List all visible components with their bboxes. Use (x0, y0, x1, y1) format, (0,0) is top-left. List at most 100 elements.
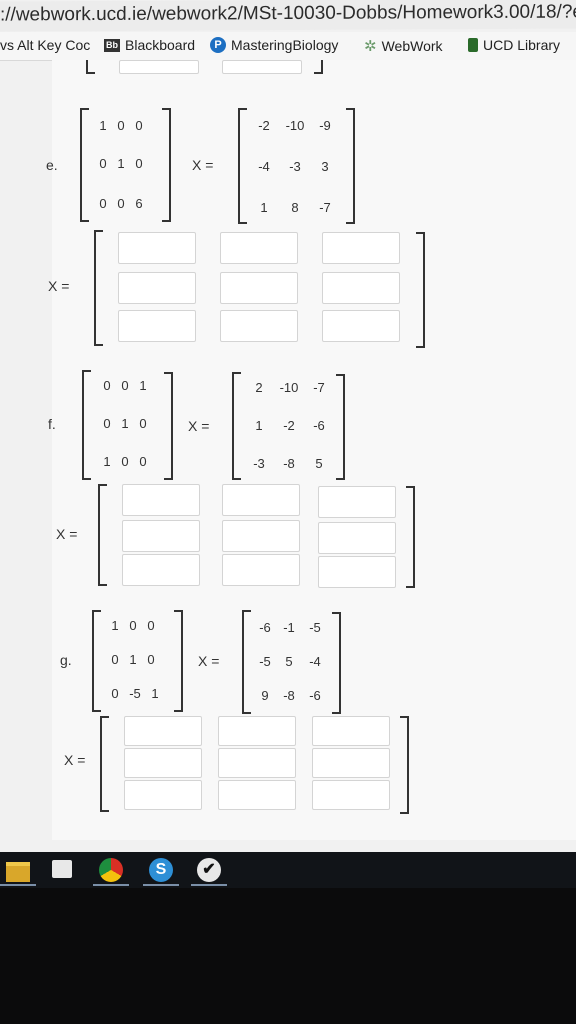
matrix-b-entry: -6 (309, 688, 321, 703)
matrix-bracket-right (332, 612, 341, 714)
x-equals-label: X = (48, 278, 70, 294)
answer-input[interactable] (122, 520, 200, 552)
answer-input[interactable] (218, 748, 296, 778)
address-bar[interactable]: ://webwork.ucd.ie/webwork2/MSt-10030-Dob… (0, 0, 576, 32)
matrix-b-entry: -7 (319, 200, 331, 215)
answer-input[interactable] (222, 554, 300, 586)
matrix-b-entry: 8 (291, 200, 299, 215)
matrix-a-entry: 0 (139, 454, 147, 469)
library-icon (468, 38, 478, 52)
bookmark-alt-key-codes[interactable]: vs Alt Key Coc (0, 37, 90, 53)
file-explorer-icon[interactable] (6, 862, 30, 882)
answer-input[interactable] (118, 272, 196, 304)
answer-input[interactable] (122, 484, 200, 516)
taskbar: S ✔ (0, 852, 576, 888)
bookmark-label: WebWork (381, 38, 443, 54)
chrome-icon[interactable] (99, 858, 123, 882)
taskbar-active-indicator (191, 884, 227, 886)
matrix-a-entry: 0 (135, 156, 143, 171)
bookmark-mastering-biology[interactable]: P MasteringBiology (210, 37, 338, 53)
matrix-bracket-left (232, 372, 241, 480)
matrix-bracket-right (346, 108, 355, 224)
answer-input[interactable] (222, 520, 300, 552)
problem-letter: e. (46, 157, 58, 173)
answer-input[interactable] (218, 780, 296, 810)
matrix-a-entry: 0 (135, 118, 143, 133)
x-equals-label: X = (56, 526, 78, 542)
answer-input[interactable] (322, 272, 400, 304)
matrix-a-entry: 0 (147, 618, 155, 633)
answer-bracket-left (98, 484, 107, 586)
matrix-b-entry: -3 (253, 456, 265, 471)
matrix-bracket-right (174, 610, 183, 712)
matrix-b-entry: -2 (258, 118, 270, 133)
answer-input[interactable] (318, 556, 396, 588)
answer-bracket-right (406, 486, 415, 588)
answer-input[interactable] (124, 748, 202, 778)
matrix-bracket-left (82, 370, 91, 480)
answer-input[interactable] (220, 232, 298, 264)
answer-input[interactable] (318, 522, 396, 554)
matrix-b-entry: -3 (289, 159, 301, 174)
answer-input[interactable] (124, 716, 202, 746)
answer-input[interactable] (124, 780, 202, 810)
blackboard-icon: Bb (104, 38, 120, 52)
x-equals-label: X = (64, 752, 86, 768)
answer-input[interactable] (122, 554, 200, 586)
x-equals-label: X = (192, 157, 214, 173)
answer-input[interactable] (312, 748, 390, 778)
answer-bracket-right (400, 716, 409, 814)
answer-input[interactable] (222, 484, 300, 516)
bookmark-label: vs Alt Key Coc (0, 37, 91, 53)
matrix-a-entry: 1 (151, 686, 159, 701)
answer-input[interactable] (118, 232, 196, 264)
url-text: ://webwork.ucd.ie/webwork2/MSt-10030-Dob… (0, 1, 576, 26)
checkmark-app-icon[interactable]: ✔ (197, 858, 221, 882)
problem-letter: f. (48, 416, 56, 432)
matrix-bracket-left (238, 108, 247, 224)
answer-input[interactable] (322, 310, 400, 342)
answer-bracket-left (100, 716, 109, 812)
matrix-b-entry: 3 (321, 159, 329, 174)
problem-letter: g. (60, 652, 72, 668)
matrix-bracket-right (336, 374, 345, 480)
problem-content: e. 1 0 0 0 1 0 0 0 6 X = -2 -10 -9 -4 -3… (46, 60, 576, 840)
matrix-b-entry: -5 (309, 620, 321, 635)
answer-input[interactable] (318, 486, 396, 518)
matrix-b-entry: -7 (313, 380, 325, 395)
bookmark-ucd-library[interactable]: UCD Library (468, 37, 560, 53)
matrix-b-entry: -2 (283, 418, 295, 433)
matrix-b-entry: 1 (260, 200, 268, 215)
bookmark-webwork[interactable]: ✲ WebWork (364, 37, 443, 55)
matrix-b-entry: -9 (319, 118, 331, 133)
answer-input[interactable] (312, 716, 390, 746)
bookmark-label: MasteringBiology (231, 37, 339, 53)
answer-input[interactable] (119, 60, 199, 74)
matrix-a-entry: 0 (147, 652, 155, 667)
pearson-icon: P (210, 37, 226, 53)
store-icon[interactable] (52, 860, 72, 878)
matrix-a-entry: 0 (139, 416, 147, 431)
taskbar-active-indicator (93, 884, 129, 886)
matrix-b-entry: -4 (258, 159, 270, 174)
answer-input[interactable] (312, 780, 390, 810)
matrix-bracket-right (162, 108, 171, 222)
matrix-a-entry: 1 (139, 378, 147, 393)
matrix-b-entry: 2 (255, 380, 263, 395)
answer-input[interactable] (222, 60, 302, 74)
answer-input[interactable] (220, 272, 298, 304)
answer-bracket-right (416, 232, 425, 348)
bookmark-label: Blackboard (125, 37, 196, 53)
matrix-b-entry: -4 (309, 654, 321, 669)
bookmark-blackboard[interactable]: Bb Blackboard (104, 37, 195, 53)
answer-input[interactable] (322, 232, 400, 264)
answer-input[interactable] (220, 310, 298, 342)
answer-bracket-left (94, 230, 103, 346)
skype-icon[interactable]: S (149, 858, 173, 882)
taskbar-active-indicator (143, 884, 179, 886)
webwork-icon: ✲ (364, 38, 377, 55)
matrix-b-entry: -8 (283, 456, 295, 471)
answer-input[interactable] (118, 310, 196, 342)
matrix-a-entry: 6 (135, 196, 143, 211)
answer-input[interactable] (218, 716, 296, 746)
